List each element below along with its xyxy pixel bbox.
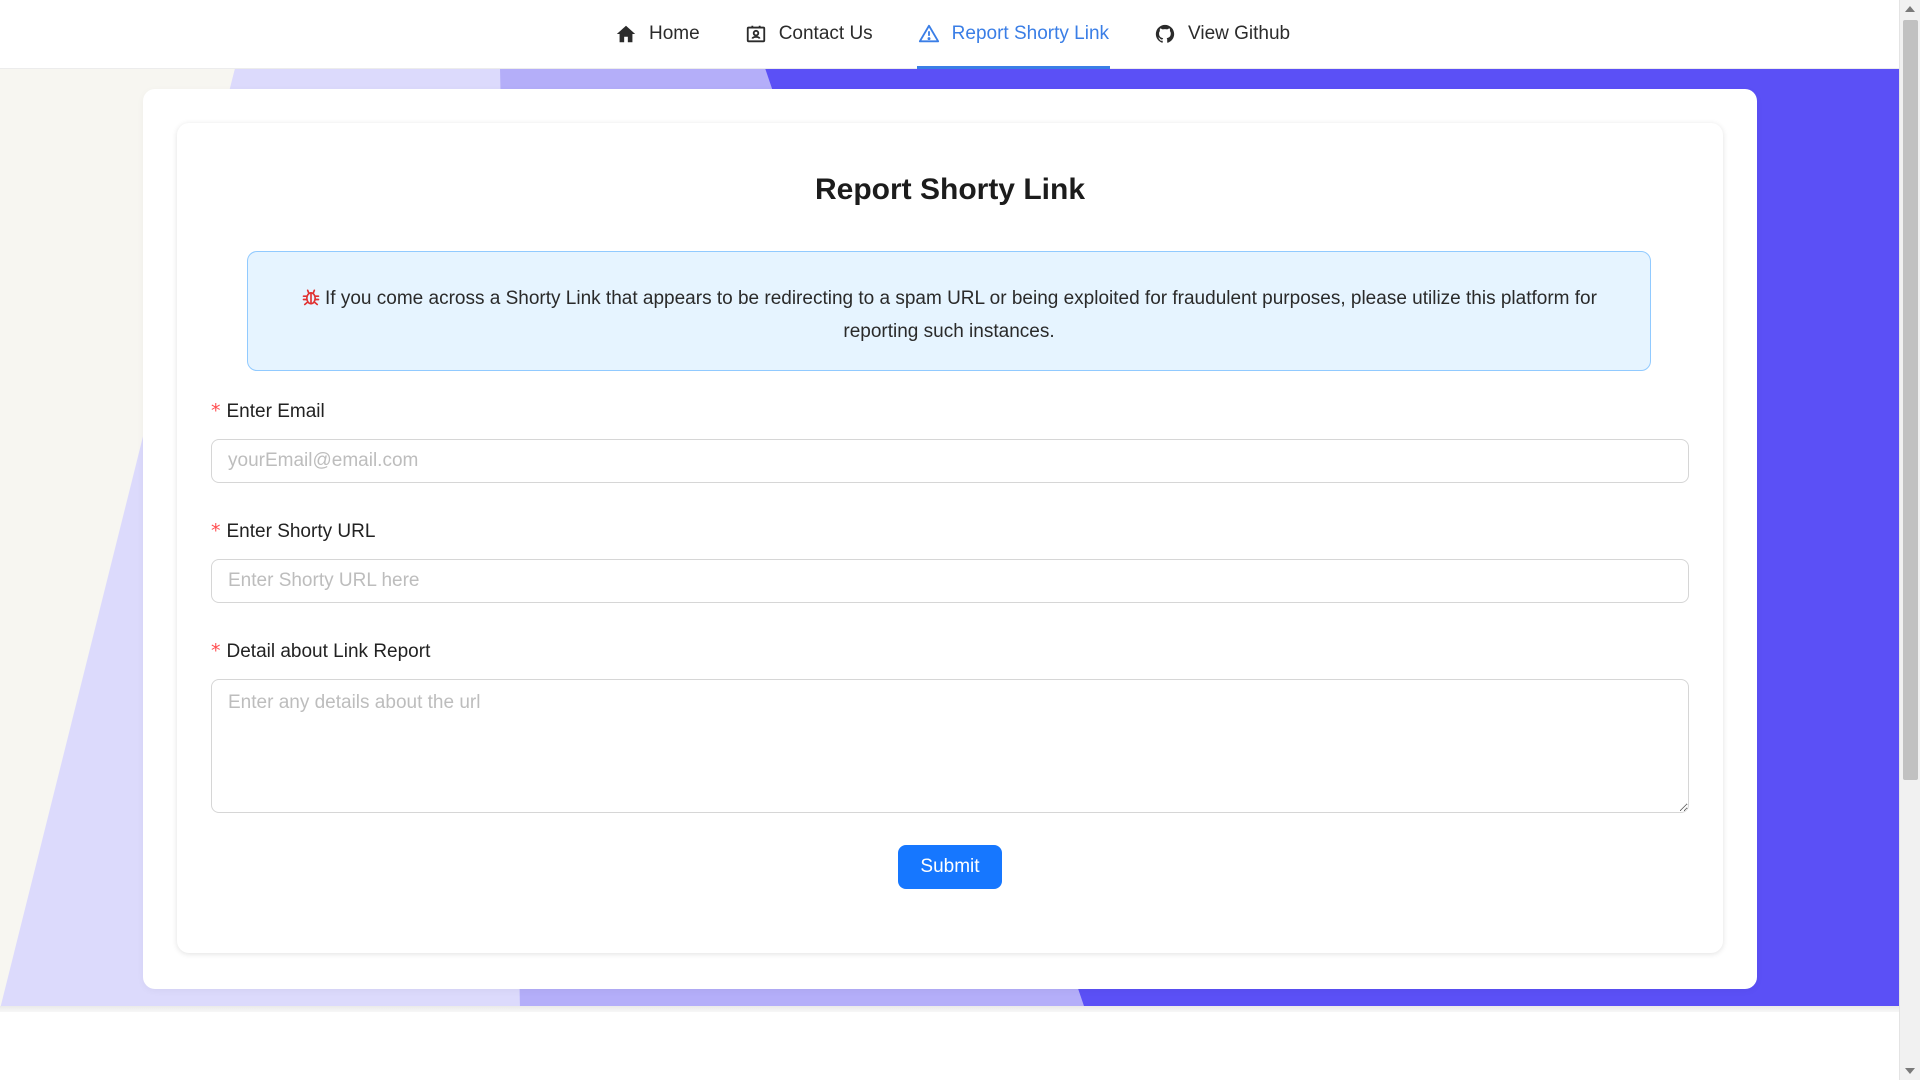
home-icon: [615, 23, 637, 45]
top-navigation: Home Contact Us Report Shorty Link View …: [0, 0, 1899, 69]
scroll-thumb[interactable]: [1903, 20, 1918, 780]
outer-container: Report Shorty Link If you come across a …: [143, 89, 1757, 989]
alert-text: If you come across a Shorty Link that ap…: [325, 288, 1597, 342]
nav-item-report-shorty-link[interactable]: Report Shorty Link: [916, 0, 1111, 69]
scroll-up-arrow-icon[interactable]: [1905, 6, 1915, 12]
vertical-scrollbar[interactable]: [1899, 0, 1920, 1080]
required-mark: *: [211, 400, 221, 422]
page-bottom-edge: [0, 1006, 1899, 1012]
email-label: * Enter Email: [211, 400, 325, 423]
bug-icon: [301, 287, 321, 317]
nav-item-label: Home: [649, 23, 700, 44]
page-title: Report Shorty Link: [814, 173, 1085, 206]
scroll-down-arrow-icon[interactable]: [1905, 1068, 1915, 1074]
page-viewport: Home Contact Us Report Shorty Link View …: [0, 0, 1899, 1080]
nav-item-label: Contact Us: [778, 23, 873, 44]
url-label: * Enter Shorty URL: [211, 520, 375, 543]
info-alert: If you come across a Shorty Link that ap…: [247, 251, 1651, 371]
url-label-text: Enter Shorty URL: [226, 521, 376, 542]
email-input[interactable]: [211, 439, 1689, 483]
details-textarea[interactable]: [211, 679, 1689, 813]
email-label-text: Enter Email: [226, 401, 325, 422]
details-label: * Detail about Link Report: [211, 640, 430, 663]
contact-card-icon: [745, 23, 767, 45]
submit-button[interactable]: Submit: [898, 845, 1002, 889]
github-icon: [1154, 23, 1176, 45]
nav-item-home[interactable]: Home: [614, 0, 701, 68]
nav-item-contact-us[interactable]: Contact Us: [744, 0, 874, 68]
report-form-card: Report Shorty Link If you come across a …: [177, 123, 1723, 953]
details-label-text: Detail about Link Report: [226, 641, 431, 662]
shorty-url-input[interactable]: [211, 559, 1689, 603]
nav-item-label: View Github: [1188, 23, 1291, 44]
required-mark: *: [211, 640, 221, 662]
nav-item-view-github[interactable]: View Github: [1153, 0, 1291, 68]
warning-icon: [918, 23, 940, 45]
nav-item-label: Report Shorty Link: [951, 23, 1110, 44]
required-mark: *: [211, 520, 221, 542]
